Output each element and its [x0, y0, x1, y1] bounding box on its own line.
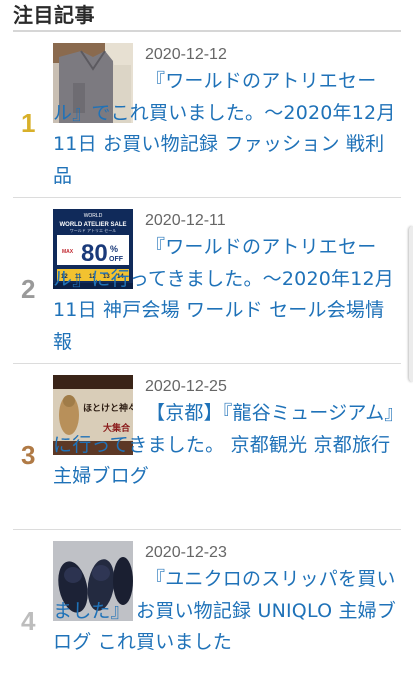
- list-item[interactable]: 4 2020-12-23 『ユニクロのスリッパを買いました』 お買い物記録 UN…: [13, 530, 401, 676]
- article-date: 2020-12-12: [145, 46, 227, 63]
- list-item[interactable]: 3 ほとけと神々 大集合 2020-12-25 【京都】『龍谷ミュージアム』に行…: [13, 364, 401, 530]
- poster-brand: WORLD: [84, 213, 103, 219]
- list-item[interactable]: 1 2020-12-12 『ワールドのアトリエセール』でこれ買いました。～202…: [13, 32, 401, 198]
- article-date: 2020-12-25: [145, 378, 227, 395]
- article-list: 1 2020-12-12 『ワールドのアトリエセール』でこれ買いました。～202…: [13, 32, 401, 676]
- rank-number: 4: [21, 606, 36, 636]
- article-date: 2020-12-23: [145, 544, 227, 561]
- rank-number: 3: [21, 440, 36, 470]
- article-date: 2020-12-11: [145, 212, 226, 229]
- article-title-link[interactable]: 『ユニクロのスリッパを買いました』 お買い物記録 UNIQLO 主婦ブログ これ…: [53, 564, 401, 659]
- section-header: 注目記事: [13, 0, 401, 32]
- rank-number: 1: [21, 108, 36, 138]
- list-item[interactable]: 2 WORLD WORLD ATELIER SALE ワールド アトリエ セール…: [13, 198, 401, 364]
- article-title-link[interactable]: 【京都】『龍谷ミュージアム』に行ってきました。 京都観光 京都旅行 主婦ブログ: [53, 398, 401, 493]
- scrollbar-handle[interactable]: [409, 226, 413, 382]
- section-title: 注目記事: [13, 3, 95, 27]
- article-title-link[interactable]: 『ワールドのアトリエセール』でこれ買いました。～2020年12月11日 お買い物…: [53, 66, 401, 192]
- rank-number: 2: [21, 274, 36, 304]
- article-title-link[interactable]: 『ワールドのアトリエセール』に行ってきました。～2020年12月11日 神戸会場…: [53, 232, 401, 358]
